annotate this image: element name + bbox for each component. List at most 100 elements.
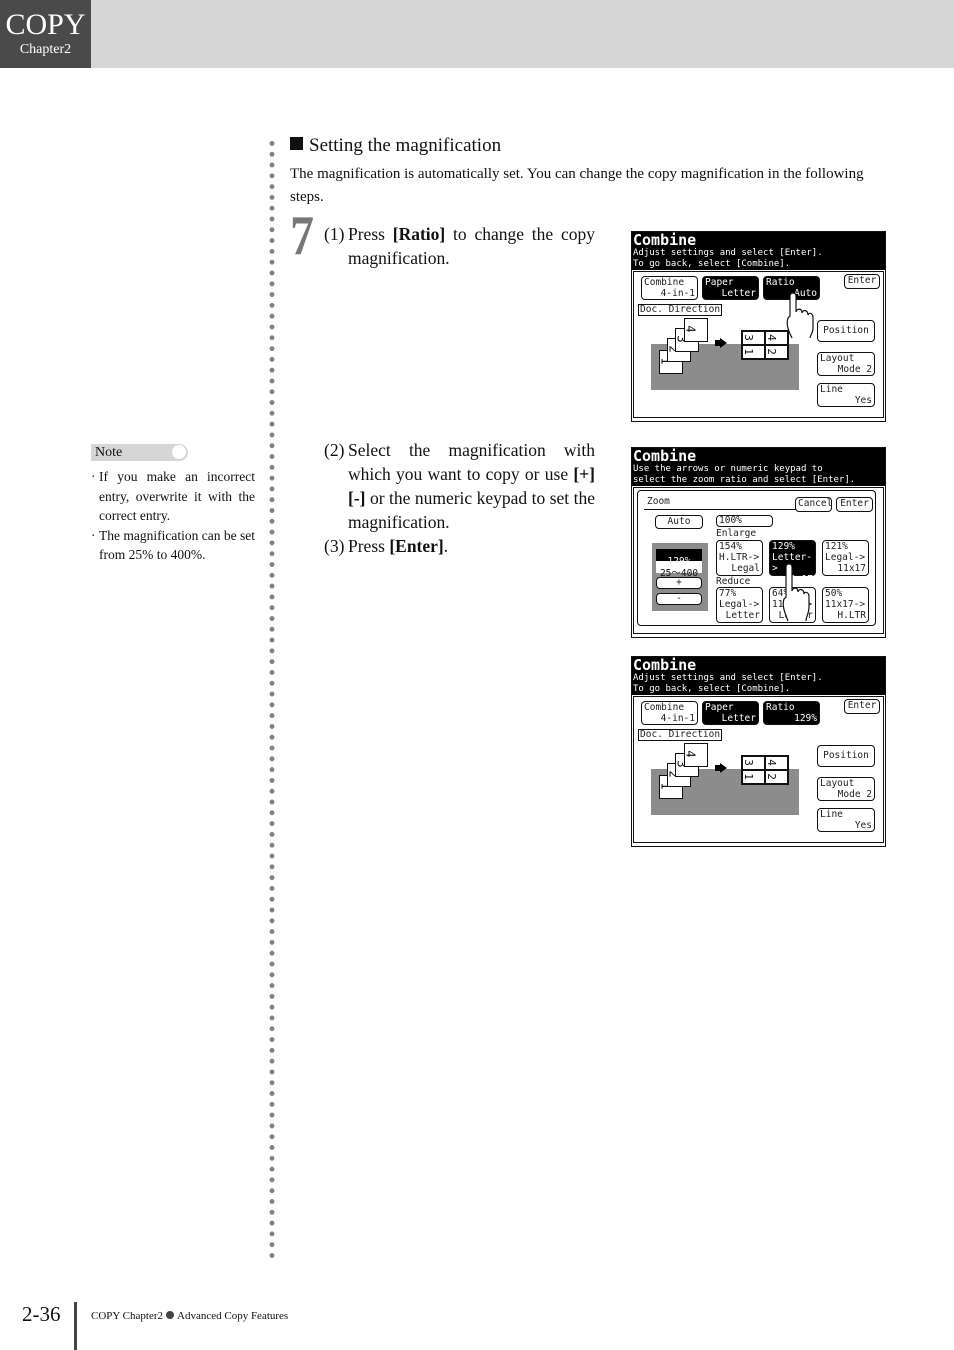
intro-paragraph: The magnification is automatically set. … (290, 166, 864, 205)
enter-button[interactable]: Enter (844, 699, 880, 714)
panel-body: Combine 4-in-1 Paper Letter Ratio 129% Ente… (633, 696, 884, 843)
preset-154-button[interactable]: 154% H.LTR-> Legal (716, 540, 763, 576)
panel-instruction: Adjust settings and select [Enter]. (633, 673, 823, 683)
line-button[interactable]: Line Yes (817, 383, 875, 407)
layout-button[interactable]: Layout Mode 2 (817, 777, 875, 801)
step-2-num: (2) (324, 440, 345, 460)
panel-body: Combine 4-in-1 Paper Letter Ratio Auto Ente… (633, 271, 884, 418)
sheet-num: 1 (741, 773, 755, 780)
page-sheet: 4 (684, 743, 708, 767)
paper-button[interactable]: Paper Letter (702, 276, 759, 300)
plus-button[interactable]: + (656, 577, 702, 589)
bullet-dot-icon (166, 1311, 175, 1319)
footer-section: Advanced Copy Features (177, 1310, 289, 1322)
panel-header: Combine Adjust settings and select [Ente… (632, 657, 885, 695)
enter-button[interactable]: Enter (844, 274, 880, 289)
auto-button[interactable]: Auto (655, 515, 703, 529)
divider (644, 509, 796, 510)
line-button[interactable]: Line Yes (817, 808, 875, 832)
sheet-num: 3 (741, 759, 755, 766)
footer-divider (74, 1302, 77, 1350)
preset-121-button[interactable]: 121% Legal-> 11x17 (822, 540, 869, 576)
sheet-num: 2 (764, 773, 778, 780)
preset-from: Legal-> (719, 599, 760, 610)
ratio-button[interactable]: Ratio 129% (763, 701, 820, 725)
panel-instruction: Adjust settings and select [Enter]. (633, 248, 823, 258)
page-header: COPY Chapter2 (0, 0, 954, 68)
panel-instruction: To go back, select [Combine]. (633, 259, 791, 269)
ratio-entry-area: 129% 25～400 + - (652, 543, 708, 611)
reduce-label: Reduce (716, 576, 751, 587)
sheet-num: 4 (764, 759, 778, 766)
step-2-text-end: or the numeric keypad to set the magnifi… (348, 488, 595, 532)
preset-to: 11x17 (837, 563, 866, 574)
step-3: (3) Press [Enter]. (324, 534, 595, 558)
doc-direction-label[interactable]: Doc. Direction (638, 304, 723, 316)
position-button[interactable]: Position (817, 745, 875, 767)
touch-panel-zoom: Combine Use the arrows or numeric keypad… (631, 447, 886, 638)
line-label: Line (820, 384, 843, 395)
preset-pct: 77% (719, 588, 737, 599)
sheet-num: 1 (741, 348, 755, 355)
sheet-num: 2 (764, 348, 778, 355)
panel-header: Combine Use the arrows or numeric keypad… (632, 448, 885, 486)
panel-title: Combine (633, 656, 697, 674)
preset-50-button[interactable]: 50% 11x17-> H.LTR (822, 587, 869, 623)
note-item: If you make an incorrect entry, overwrit… (91, 467, 255, 526)
combine-label: Combine (644, 702, 685, 713)
enlarge-label: Enlarge (716, 528, 757, 539)
cancel-button[interactable]: Cancel (795, 497, 832, 512)
step-3-text: Press (348, 536, 390, 556)
arrow-right-icon (715, 763, 727, 773)
chapter-title: COPY (5, 8, 86, 41)
note-badge: Note (91, 444, 188, 461)
minus-button[interactable]: - (656, 593, 702, 605)
combine-button[interactable]: Combine 4-in-1 (641, 276, 698, 300)
chapter-number: Chapter2 (19, 42, 72, 57)
touch-panel-combine-auto: Combine Adjust settings and select [Ente… (631, 231, 886, 422)
step-1-text: Press (348, 224, 393, 244)
preset-to: H.LTR (837, 610, 866, 621)
layout-label: Layout (820, 353, 855, 364)
preset-from: Legal-> (825, 552, 866, 563)
step-3-num: (3) (324, 536, 345, 556)
sheet-num: 4 (683, 750, 698, 758)
chapter-tab: COPY Chapter2 (0, 0, 91, 68)
combine-button[interactable]: Combine 4-in-1 (641, 701, 698, 725)
pointing-hand-icon (782, 563, 810, 622)
layout-label: Layout (820, 778, 855, 789)
step-2: (2) Select the magnification with which … (324, 438, 595, 534)
step-1-num: (1) (324, 224, 345, 244)
layout-value: Mode 2 (837, 364, 872, 375)
panel-instruction: To go back, select [Combine]. (633, 684, 791, 694)
touch-panel-combine-129: Combine Adjust settings and select [Ente… (631, 656, 886, 847)
paper-button[interactable]: Paper Letter (702, 701, 759, 725)
100-percent-button[interactable]: 100% (716, 515, 773, 527)
paper-label: Paper (705, 702, 734, 713)
doc-direction-label[interactable]: Doc. Direction (638, 729, 723, 741)
note-label: Note (95, 445, 123, 460)
ratio-value: 129% (794, 713, 817, 724)
enter-key-ref: [Enter] (389, 536, 444, 556)
step-2-text: Select the magnification with which you … (348, 440, 595, 484)
enter-button[interactable]: Enter (836, 497, 873, 512)
pointing-hand-icon (786, 292, 814, 339)
paper-value: Letter (721, 713, 756, 724)
paper-label: Paper (705, 277, 734, 288)
arrow-right-icon (715, 338, 727, 348)
ratio-value-display: 129% (656, 549, 702, 567)
preset-to: Legal (731, 563, 760, 574)
circle-icon (172, 445, 186, 459)
sheet-num: 4 (764, 334, 778, 341)
preset-pct: 129% (772, 541, 795, 552)
panel-instruction: select the zoom ratio and select [Enter]… (633, 475, 856, 485)
preset-77-button[interactable]: 77% Legal-> Letter (716, 587, 763, 623)
position-button[interactable]: Position (817, 320, 875, 342)
section-title-text: Setting the magnification (309, 135, 502, 156)
ratio-label: Ratio (766, 702, 795, 713)
line-label: Line (820, 809, 843, 820)
layout-button[interactable]: Layout Mode 2 (817, 352, 875, 376)
footer-text: COPY Chapter2 Advanced Copy Features (91, 1310, 288, 1322)
panel-title: Combine (633, 231, 697, 249)
sheet-num: 3 (741, 334, 755, 341)
